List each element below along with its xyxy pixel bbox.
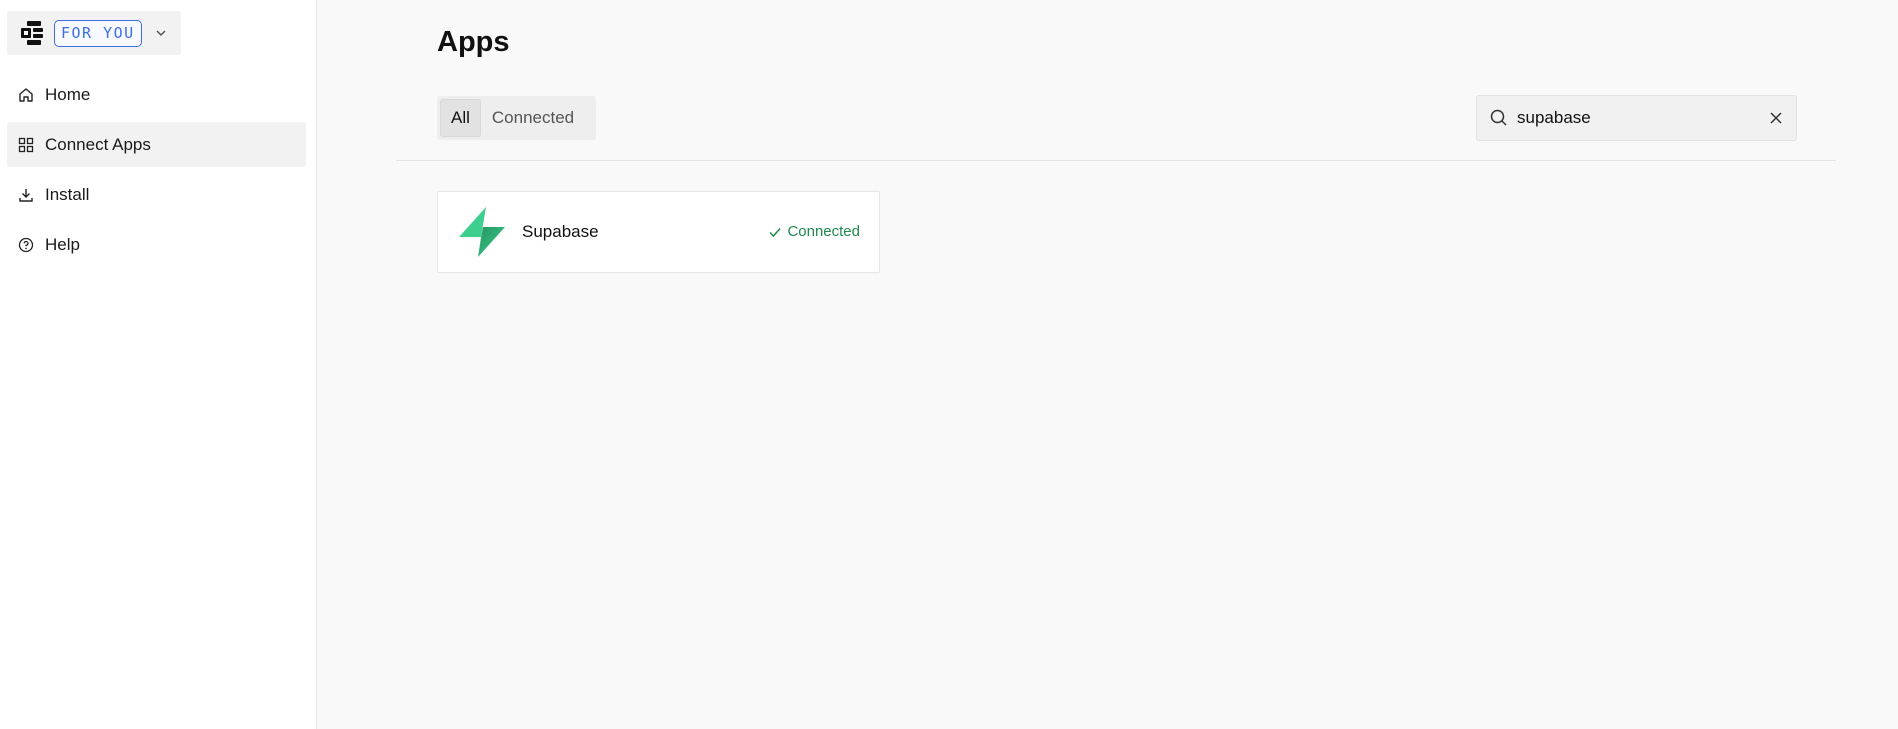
- workspace-badge: FOR YOU: [54, 19, 142, 47]
- search-box: [1476, 95, 1797, 141]
- app-root: FOR YOU Home Connect Apps Install Help A…: [0, 0, 1898, 729]
- workspace-switcher[interactable]: FOR YOU: [7, 11, 181, 55]
- sidebar-nav: Home Connect Apps Install Help: [7, 72, 306, 272]
- chevron-down-icon: [154, 26, 168, 40]
- main-content: Apps All Connected supabase Supabase Con…: [317, 0, 1898, 729]
- sidebar-item-install[interactable]: Install: [7, 172, 306, 217]
- tab-all[interactable]: All: [440, 99, 481, 137]
- page-title: Apps: [437, 26, 510, 58]
- sidebar-item-label: Help: [45, 234, 80, 254]
- check-icon: [768, 225, 782, 239]
- supabase-logo-icon: [457, 206, 507, 258]
- download-icon: [17, 186, 34, 203]
- sidebar: FOR YOU Home Connect Apps Install Help: [0, 0, 317, 729]
- sidebar-item-connect-apps[interactable]: Connect Apps: [7, 122, 306, 167]
- sidebar-item-home[interactable]: Home: [7, 72, 306, 117]
- app-card-supabase[interactable]: Supabase Connected: [437, 191, 880, 273]
- close-icon[interactable]: [1768, 110, 1784, 126]
- sidebar-item-label: Connect Apps: [45, 134, 151, 154]
- brand-logo-icon: [18, 19, 46, 47]
- status-label: Connected: [787, 223, 860, 240]
- filter-tabs: All Connected: [437, 96, 596, 140]
- search-icon: [1490, 109, 1508, 127]
- grid-icon: [17, 136, 34, 153]
- home-icon: [17, 86, 34, 103]
- help-circle-icon: [17, 236, 34, 253]
- status-badge: Connected: [768, 223, 860, 240]
- app-name: Supabase: [522, 222, 599, 241]
- tab-connected[interactable]: Connected: [481, 99, 585, 137]
- sidebar-item-help[interactable]: Help: [7, 222, 306, 267]
- sidebar-item-label: Install: [45, 184, 90, 204]
- search-input[interactable]: [1517, 108, 1757, 128]
- sidebar-item-label: Home: [45, 84, 91, 104]
- divider: [396, 160, 1836, 161]
